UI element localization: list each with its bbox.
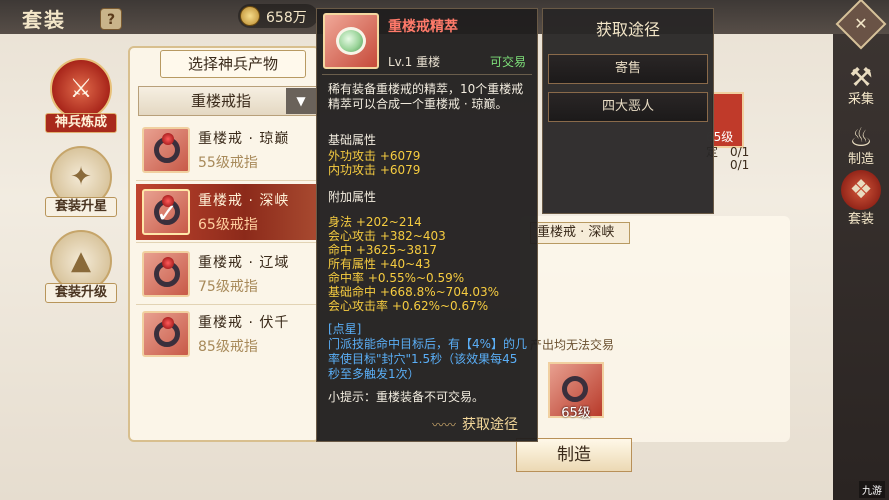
extra-attr: 所有属性 +40~43: [328, 257, 431, 271]
settings-icon: ✕: [854, 14, 868, 33]
extra-attr: 命中率 +0.55%~0.59%: [328, 271, 465, 285]
ring-icon: ✓: [142, 189, 190, 235]
special-effect: [点星] 门派技能命中目标后，有【4%】的几率使目标"封穴"1.5秒（该效果每4…: [328, 322, 528, 381]
tooltip-title: 重楼戒精萃: [388, 19, 458, 35]
coin-icon: [240, 6, 260, 26]
tooltip-level: Lv.1 重楼: [388, 55, 441, 69]
nav-craft-label[interactable]: 制造: [833, 148, 889, 167]
item-level: 55级戒指: [198, 155, 258, 171]
ring-icon: [142, 311, 190, 357]
base-attr-header: 基础属性: [328, 133, 377, 147]
divider: [136, 180, 318, 181]
list-item[interactable]: ✓ 重楼戒 · 深峡 65级戒指: [136, 184, 318, 240]
selection-header: 选择神兵产物: [160, 50, 306, 78]
nav-forge-button[interactable]: ⚔: [50, 58, 112, 120]
item-name: 重楼戒 · 琼巅: [198, 131, 290, 147]
extra-attr: 基础命中 +668.8%~704.03%: [328, 285, 500, 299]
extra-attr: 身法 +202~214: [328, 215, 422, 229]
nav-gather-label[interactable]: 采集: [833, 88, 889, 107]
extra-attr: 命中 +3625~3817: [328, 243, 438, 257]
jade-icon: [323, 13, 379, 69]
extra-attr: 会心攻击率 +0.62%~0.67%: [328, 299, 489, 313]
material-count: 0/1: [730, 158, 750, 172]
chevron-down-icon[interactable]: ▼: [286, 88, 316, 114]
nav-upgrade-label[interactable]: 套装升级: [45, 283, 117, 303]
nav-star-label[interactable]: 套装升星: [45, 197, 117, 217]
divider: [136, 304, 318, 305]
upgrade-icon: ▲: [71, 246, 91, 276]
item-level: 85级戒指: [198, 339, 258, 355]
acquire-route-link[interactable]: 获取途径: [318, 412, 536, 438]
item-name: 重楼戒 · 辽域: [198, 255, 290, 271]
extra-attr: 会心攻击 +382~403: [328, 229, 446, 243]
tooltip-description: 稀有装备重楼戒的精萃，10个重楼戒精萃可以合成一个重楼戒 · 琼巅。: [328, 82, 524, 111]
craft-selected-name: 重楼戒 · 深峡: [530, 222, 630, 244]
base-attr: 外功攻击 +6079: [328, 149, 421, 163]
base-attr: 内功攻击 +6079: [328, 163, 421, 177]
divider: [322, 74, 532, 75]
suit-icon[interactable]: ❖: [841, 170, 881, 210]
tooltip-tradable: 可交易: [490, 55, 527, 69]
forge-icon: ⚔: [69, 74, 93, 104]
extra-attr-header: 附加属性: [328, 190, 377, 204]
help-button[interactable]: ?: [100, 8, 122, 30]
currency-value: 658万: [266, 10, 307, 26]
craft-button[interactable]: 制造: [516, 438, 632, 472]
nav-forge-label[interactable]: 神兵炼成: [45, 113, 117, 133]
check-icon: ✓: [156, 199, 178, 229]
item-name: 重楼戒 · 伏千: [198, 315, 290, 331]
list-item[interactable]: 重楼戒 · 琼巅 55级戒指: [136, 122, 318, 178]
acquire-title: 获取途径: [595, 20, 660, 39]
ring-icon: [142, 251, 190, 297]
acquire-option-button[interactable]: 四大恶人: [548, 92, 708, 122]
item-level: 65级戒指: [198, 217, 258, 233]
item-level: 75级戒指: [198, 279, 258, 295]
divider: [136, 242, 318, 243]
nav-suit-label[interactable]: 套装: [833, 208, 889, 227]
acquire-option-button[interactable]: 寄售: [548, 54, 708, 84]
item-name: 重楼戒 · 深峡: [198, 193, 290, 209]
watermark: 九游: [859, 481, 885, 498]
list-item[interactable]: 重楼戒 · 伏千 85级戒指: [136, 306, 318, 362]
notrade-note: 产出均无法交易: [530, 338, 615, 352]
tooltip-tip: 小提示：重楼装备不可交易。: [328, 390, 485, 404]
page-title: 套装: [22, 8, 66, 32]
result-level: 65级: [561, 406, 591, 421]
list-item[interactable]: 重楼戒 · 辽域 75级戒指: [136, 246, 318, 302]
ring-icon: [142, 127, 190, 173]
